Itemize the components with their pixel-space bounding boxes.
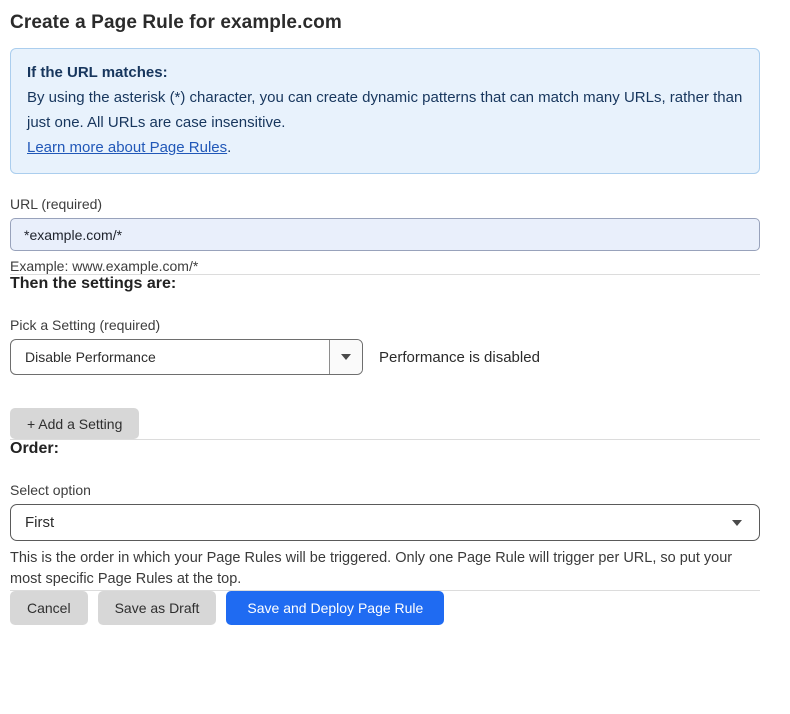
save-and-deploy-button[interactable]: Save and Deploy Page Rule [226, 591, 444, 625]
order-select-label: Select option [10, 482, 760, 498]
order-section-heading: Order: [10, 440, 760, 458]
add-setting-button[interactable]: + Add a Setting [10, 408, 139, 439]
learn-more-page-rules-link[interactable]: Learn more about Page Rules [27, 139, 227, 156]
url-example-helper: Example: www.example.com/* [10, 258, 760, 274]
create-page-rule-form: Create a Page Rule for example.com If th… [10, 12, 760, 625]
url-field-block: URL (required) Example: www.example.com/… [10, 196, 760, 274]
footer-actions: Cancel Save as Draft Save and Deploy Pag… [10, 591, 760, 625]
callout-heading: If the URL matches: [27, 60, 743, 85]
setting-dropdown-value: Disable Performance [11, 349, 156, 365]
cancel-button[interactable]: Cancel [10, 591, 88, 625]
setting-dropdown[interactable]: Disable Performance [10, 339, 363, 375]
order-description: This is the order in which your Page Rul… [10, 548, 760, 590]
chevron-down-icon [341, 354, 351, 360]
setting-dropdown-arrow-button[interactable] [329, 340, 362, 374]
page-title: Create a Page Rule for example.com [10, 12, 760, 34]
link-suffix-period: . [227, 139, 231, 156]
chevron-down-icon [732, 520, 742, 526]
pick-setting-label: Pick a Setting (required) [10, 317, 760, 333]
order-select-value: First [25, 514, 54, 531]
url-matches-callout: If the URL matches: By using the asteris… [10, 48, 760, 174]
save-as-draft-button[interactable]: Save as Draft [98, 591, 217, 625]
callout-link-line: Learn more about Page Rules. [27, 135, 743, 160]
url-input[interactable] [10, 218, 760, 251]
callout-body: By using the asterisk (*) character, you… [27, 85, 743, 135]
settings-section-heading: Then the settings are: [10, 275, 760, 293]
setting-row: Disable Performance Performance is disab… [10, 339, 760, 375]
order-select[interactable]: First [10, 504, 760, 541]
url-label: URL (required) [10, 196, 760, 212]
setting-status-text: Performance is disabled [379, 349, 540, 366]
